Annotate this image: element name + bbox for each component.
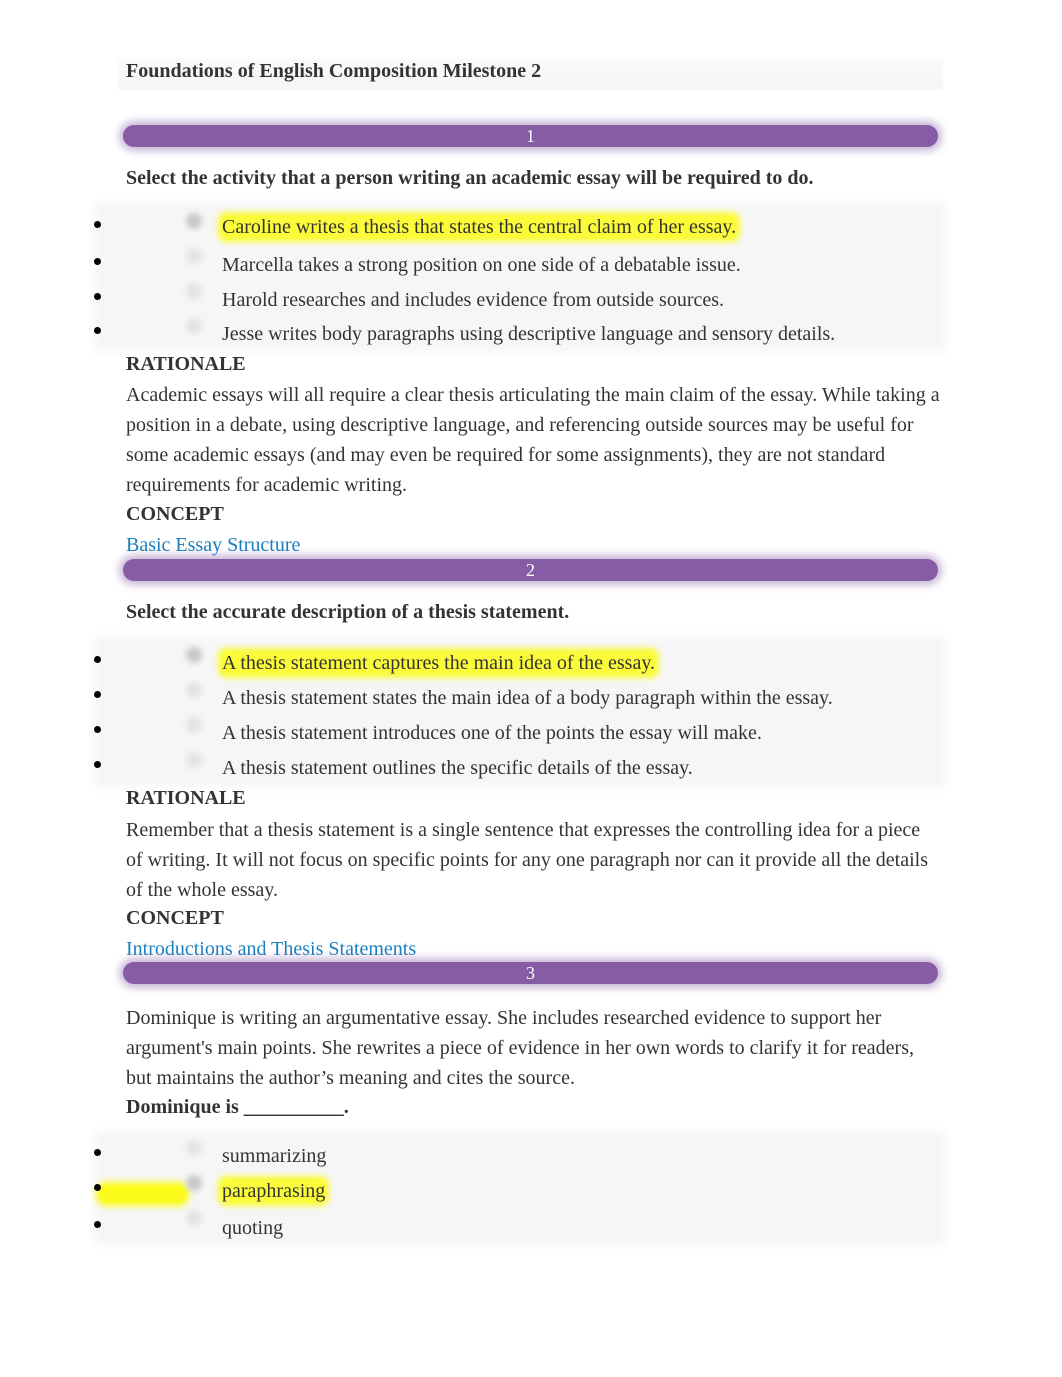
highlighted-answer: Caroline writes a thesis that states the… xyxy=(222,216,737,238)
question-number-bar: 2 xyxy=(123,559,938,581)
radio-icon[interactable] xyxy=(186,283,202,299)
highlighted-answer: A thesis statement captures the main ide… xyxy=(222,652,656,674)
bullet-icon xyxy=(94,656,101,663)
radio-icon[interactable] xyxy=(186,248,202,264)
bullet-icon xyxy=(94,726,101,733)
answer-option[interactable]: A thesis statement states the main idea … xyxy=(222,687,833,710)
concept-link[interactable]: Introductions and Thesis Statements xyxy=(126,938,416,961)
rationale-text: Academic essays will all require a clear… xyxy=(126,384,940,496)
radio-icon[interactable] xyxy=(186,1210,202,1226)
radio-selected-icon[interactable] xyxy=(186,213,202,229)
question-prompt: Select the accurate description of a the… xyxy=(126,601,570,623)
question-passage: Dominique is writing an argumentative es… xyxy=(126,1007,914,1089)
answer-option[interactable]: summarizing xyxy=(222,1145,326,1168)
bullet-icon xyxy=(94,1149,101,1156)
answer-option[interactable]: quoting xyxy=(222,1217,283,1240)
concept-link[interactable]: Basic Essay Structure xyxy=(126,534,300,557)
rationale-text: Remember that a thesis statement is a si… xyxy=(126,819,929,901)
answer-option[interactable]: paraphrasing xyxy=(222,1180,326,1203)
radio-selected-icon[interactable] xyxy=(186,1175,202,1191)
bullet-icon xyxy=(94,761,101,768)
answer-option[interactable]: Caroline writes a thesis that states the… xyxy=(222,216,737,239)
highlighted-answer: paraphrasing xyxy=(222,1180,326,1202)
concept-heading: CONCEPT xyxy=(126,503,224,525)
answer-option[interactable]: Harold researches and includes evidence … xyxy=(222,289,724,312)
bullet-icon xyxy=(94,1221,101,1228)
bullet-highlight xyxy=(100,1186,185,1202)
question-number-bar: 1 xyxy=(123,125,938,147)
answer-option[interactable]: A thesis statement captures the main ide… xyxy=(222,652,656,675)
answer-option[interactable]: A thesis statement introduces one of the… xyxy=(222,722,762,745)
answer-option[interactable]: Marcella takes a strong position on one … xyxy=(222,254,741,277)
bullet-icon xyxy=(94,1184,101,1191)
concept-heading: CONCEPT xyxy=(126,907,224,929)
radio-icon[interactable] xyxy=(186,682,202,698)
question-number-bar: 3 xyxy=(123,962,938,984)
bullet-icon xyxy=(94,293,101,300)
answer-option[interactable]: A thesis statement outlines the specific… xyxy=(222,757,693,780)
radio-icon[interactable] xyxy=(186,1140,202,1156)
rationale-heading: RATIONALE xyxy=(126,353,246,375)
question-prompt: Dominique is __________. xyxy=(126,1096,349,1118)
document-page: Foundations of English Composition Miles… xyxy=(0,0,1062,1377)
document-title: Foundations of English Composition Miles… xyxy=(126,60,542,82)
bullet-icon xyxy=(94,258,101,265)
bullet-icon xyxy=(94,327,101,334)
bullet-icon xyxy=(94,691,101,698)
radio-selected-icon[interactable] xyxy=(186,647,202,663)
radio-icon[interactable] xyxy=(186,717,202,733)
question-prompt: Select the activity that a person writin… xyxy=(126,167,814,189)
answer-option[interactable]: Jesse writes body paragraphs using descr… xyxy=(222,323,835,346)
radio-icon[interactable] xyxy=(186,318,202,334)
rationale-heading: RATIONALE xyxy=(126,787,246,809)
bullet-icon xyxy=(94,221,101,228)
radio-icon[interactable] xyxy=(186,752,202,768)
